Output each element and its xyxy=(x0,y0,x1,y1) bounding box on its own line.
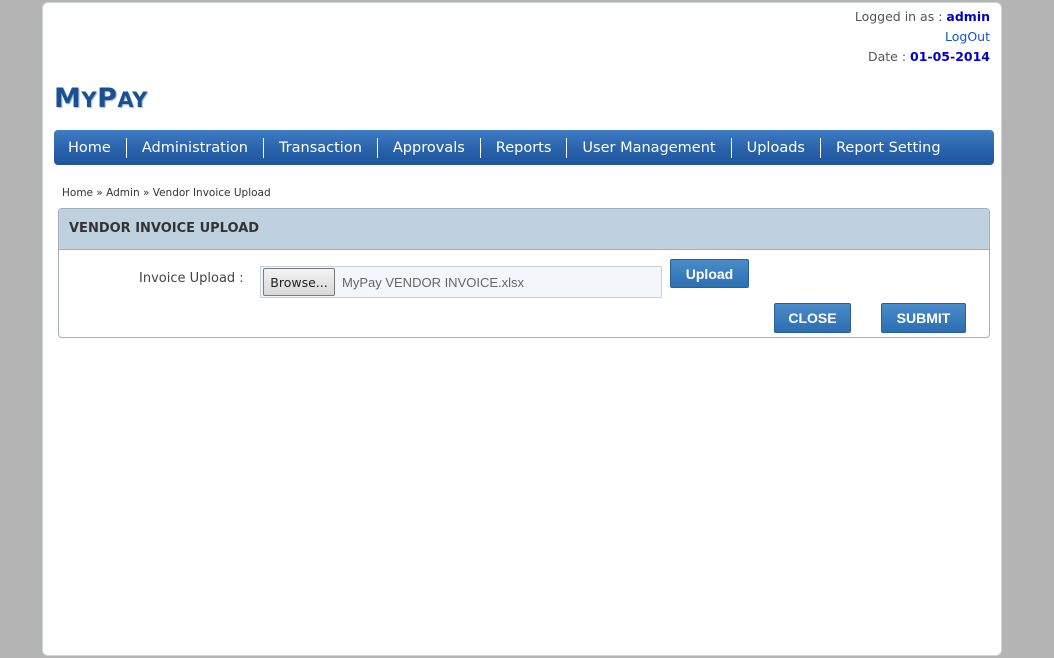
logout-link[interactable]: LogOut xyxy=(945,29,990,44)
nav-item-home[interactable]: Home xyxy=(54,138,126,158)
nav-item-uploads[interactable]: Uploads xyxy=(730,137,820,158)
user-info: Logged in as : admin LogOut Date : 01-05… xyxy=(855,7,990,67)
nav-item-user-management[interactable]: User Management xyxy=(566,137,730,158)
logged-in-label: Logged in as : xyxy=(854,9,943,24)
browse-button[interactable]: Browse... xyxy=(263,268,335,296)
logged-in-line: Logged in as : admin xyxy=(855,7,990,27)
mypay-logo: MYPAY xyxy=(54,83,148,114)
vendor-invoice-panel: VENDOR INVOICE UPLOAD Invoice Upload : B… xyxy=(58,208,990,338)
submit-button[interactable]: SUBMIT xyxy=(881,303,966,333)
date-label: Date : xyxy=(867,49,907,64)
breadcrumb-separator: » xyxy=(142,187,150,199)
breadcrumb-home[interactable]: Home xyxy=(62,187,93,199)
nav-item-administration[interactable]: Administration xyxy=(125,137,263,158)
nav-item-report-setting[interactable]: Report Setting xyxy=(819,137,956,158)
breadcrumb-admin[interactable]: Admin xyxy=(106,187,139,199)
nav-item-approvals[interactable]: Approvals xyxy=(376,137,480,158)
username: admin xyxy=(946,9,990,24)
date-line: Date : 01-05-2014 xyxy=(855,47,990,67)
nav-item-transaction[interactable]: Transaction xyxy=(262,137,377,158)
breadcrumb: Home » Admin » Vendor Invoice Upload xyxy=(62,187,271,199)
breadcrumb-current: Vendor Invoice Upload xyxy=(152,187,271,199)
main-nav: Home Administration Transaction Approval… xyxy=(54,130,994,165)
breadcrumb-separator: » xyxy=(96,187,103,199)
date-value: 01-05-2014 xyxy=(910,49,990,64)
upload-button[interactable]: Upload xyxy=(670,259,749,288)
panel-title: VENDOR INVOICE UPLOAD xyxy=(59,209,989,250)
invoice-upload-label: Invoice Upload : xyxy=(139,271,244,286)
invoice-file-input[interactable]: Browse... MyPay VENDOR INVOICE.xlsx xyxy=(260,266,662,298)
nav-item-reports[interactable]: Reports xyxy=(479,137,567,158)
main-page: Logged in as : admin LogOut Date : 01-05… xyxy=(42,2,1002,656)
close-button[interactable]: CLOSE xyxy=(774,303,851,333)
selected-file-name: MyPay VENDOR INVOICE.xlsx xyxy=(342,274,525,290)
